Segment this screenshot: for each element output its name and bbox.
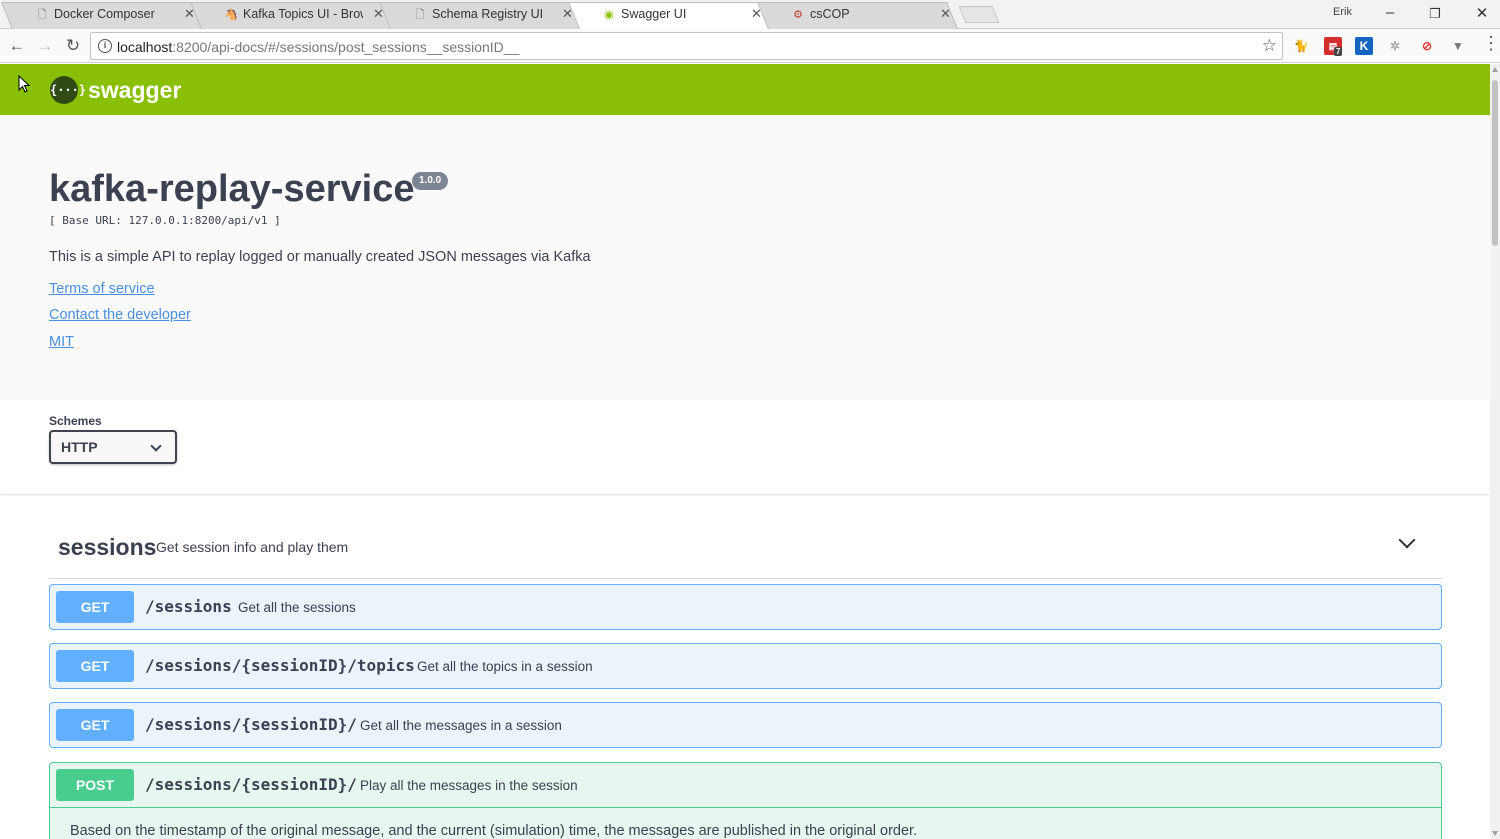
operation-path: /sessions/{sessionID}/ [145,775,357,794]
kafka-icon: 🐴 [224,9,238,21]
cscop-icon: ⚙ [793,9,803,21]
operation-summary: Get all the messages in a session [360,718,562,733]
operation-post-session-play[interactable]: POST /sessions/{sessionID}/ Play all the… [49,762,1442,839]
page-icon: 🗋 [415,9,425,21]
version-badge: 1.0.0 [412,172,449,190]
swagger-topbar: {···} swagger [0,64,1490,115]
tag-name: sessions [58,534,157,560]
method-badge: GET [56,709,134,741]
tab-title: Schema Registry UI [432,7,544,21]
scroll-down-arrow-icon[interactable] [1492,831,1498,836]
schemes-label: Schemes [49,414,102,428]
forward-icon[interactable]: → [34,35,56,57]
operation-path: /sessions/{sessionID}/ [145,715,357,734]
browser-tab-kafka-topics[interactable]: 🐴 Kafka Topics UI - Browse ✕ [190,2,391,29]
operation-description: Based on the timestamp of the original m… [70,823,918,839]
profile-name[interactable]: Erik [1333,6,1352,18]
schemes-selected-value: HTTP [61,439,98,455]
browser-toolbar: ← → ↻ i localhost:8200/api-docs/#/sessio… [0,29,1500,63]
url-text[interactable]: localhost:8200/api-docs/#/sessions/post_… [117,39,519,55]
operation-summary: Get all the sessions [238,600,356,615]
operation-summary: Play all the messages in the session [360,778,578,793]
bookmark-star-icon[interactable]: ☆ [1262,36,1277,56]
page-scrollbar[interactable] [1490,64,1500,839]
browser-tab-cscop[interactable]: ⚙ csCOP ✕ [757,2,958,29]
tab-title: Docker Composer [54,7,155,21]
tab-title: Kafka Topics UI - Browse [243,7,363,21]
browser-tab-swagger-ui[interactable]: ◉ Swagger UI ✕ [568,2,769,29]
extension-vue-icon[interactable]: ▼ [1449,37,1467,55]
close-tab-icon[interactable]: ✕ [940,6,951,22]
tab-title: Swagger UI [621,7,687,21]
new-tab-button[interactable] [958,6,1000,23]
operation-get-sessions[interactable]: GET /sessions Get all the sessions [49,584,1442,630]
browser-tab-schema-registry[interactable]: 🗋 Schema Registry UI ✕ [379,2,580,29]
swagger-logo-text[interactable]: swagger [88,77,181,104]
extension-k-icon[interactable]: K [1355,37,1373,55]
tag-sessions-header[interactable]: sessions Get session info and play them [49,519,1442,579]
tag-description: Get session info and play them [156,539,349,555]
schemes-select[interactable]: HTTP [49,430,177,464]
operation-summary: Get all the topics in a session [417,659,593,674]
scrollbar-thumb[interactable] [1492,80,1498,246]
api-title: kafka-replay-service [49,168,415,210]
api-info-section: kafka-replay-service 1.0.0 [ Base URL: 1… [0,115,1490,400]
extension-todo-icon[interactable]: ▤ 7 [1324,37,1343,56]
operation-path: /sessions/{sessionID}/topics [145,656,415,675]
method-badge: POST [56,769,134,801]
extension-block-icon[interactable]: ⊘ [1418,37,1436,55]
operation-get-session-topics[interactable]: GET /sessions/{sessionID}/topics Get all… [49,643,1442,689]
swagger-icon: ◉ [604,9,614,21]
api-description: This is a simple API to replay logged or… [49,249,591,265]
browser-tab-docker-composer[interactable]: 🗋 Docker Composer ✕ [1,2,202,29]
page-icon: 🗋 [37,9,47,21]
extension-puzzle-icon[interactable]: ✲ [1386,37,1404,55]
info-icon[interactable]: i [98,39,112,53]
operation-get-session-messages[interactable]: GET /sessions/{sessionID}/ Get all the m… [49,702,1442,748]
tab-title: csCOP [810,7,850,21]
chevron-down-icon[interactable] [1398,531,1416,549]
terms-of-service-link[interactable]: Terms of service [49,281,155,297]
browser-tab-strip: 🗋 Docker Composer ✕ 🐴 Kafka Topics UI - … [0,0,1500,29]
operation-divider [50,807,1441,808]
close-window-icon[interactable]: ✕ [1467,4,1497,22]
restore-icon[interactable]: ❐ [1420,6,1450,22]
swagger-page: {···} swagger kafka-replay-service 1.0.0… [0,64,1490,839]
base-url: [ Base URL: 127.0.0.1:8200/api/v1 ] [49,214,281,227]
reload-icon[interactable]: ↻ [62,35,84,57]
method-badge: GET [56,591,134,623]
browser-menu-icon[interactable]: ⋮ [1482,33,1500,54]
operation-path: /sessions [145,597,232,616]
back-icon[interactable]: ← [6,35,28,57]
method-badge: GET [56,650,134,682]
swagger-logo-icon[interactable]: {···} [50,76,86,104]
minimize-icon[interactable]: – [1375,4,1405,21]
chevron-down-icon [150,440,162,452]
scroll-up-arrow-icon[interactable] [1492,67,1498,72]
schemes-section: Schemes HTTP [0,400,1490,494]
address-bar[interactable]: i localhost:8200/api-docs/#/sessions/pos… [90,32,1283,60]
mouse-cursor-icon [18,75,30,93]
contact-developer-link[interactable]: Contact the developer [49,307,191,323]
extension-cat-icon[interactable]: 🐈 [1292,37,1310,55]
license-link[interactable]: MIT [49,334,74,350]
